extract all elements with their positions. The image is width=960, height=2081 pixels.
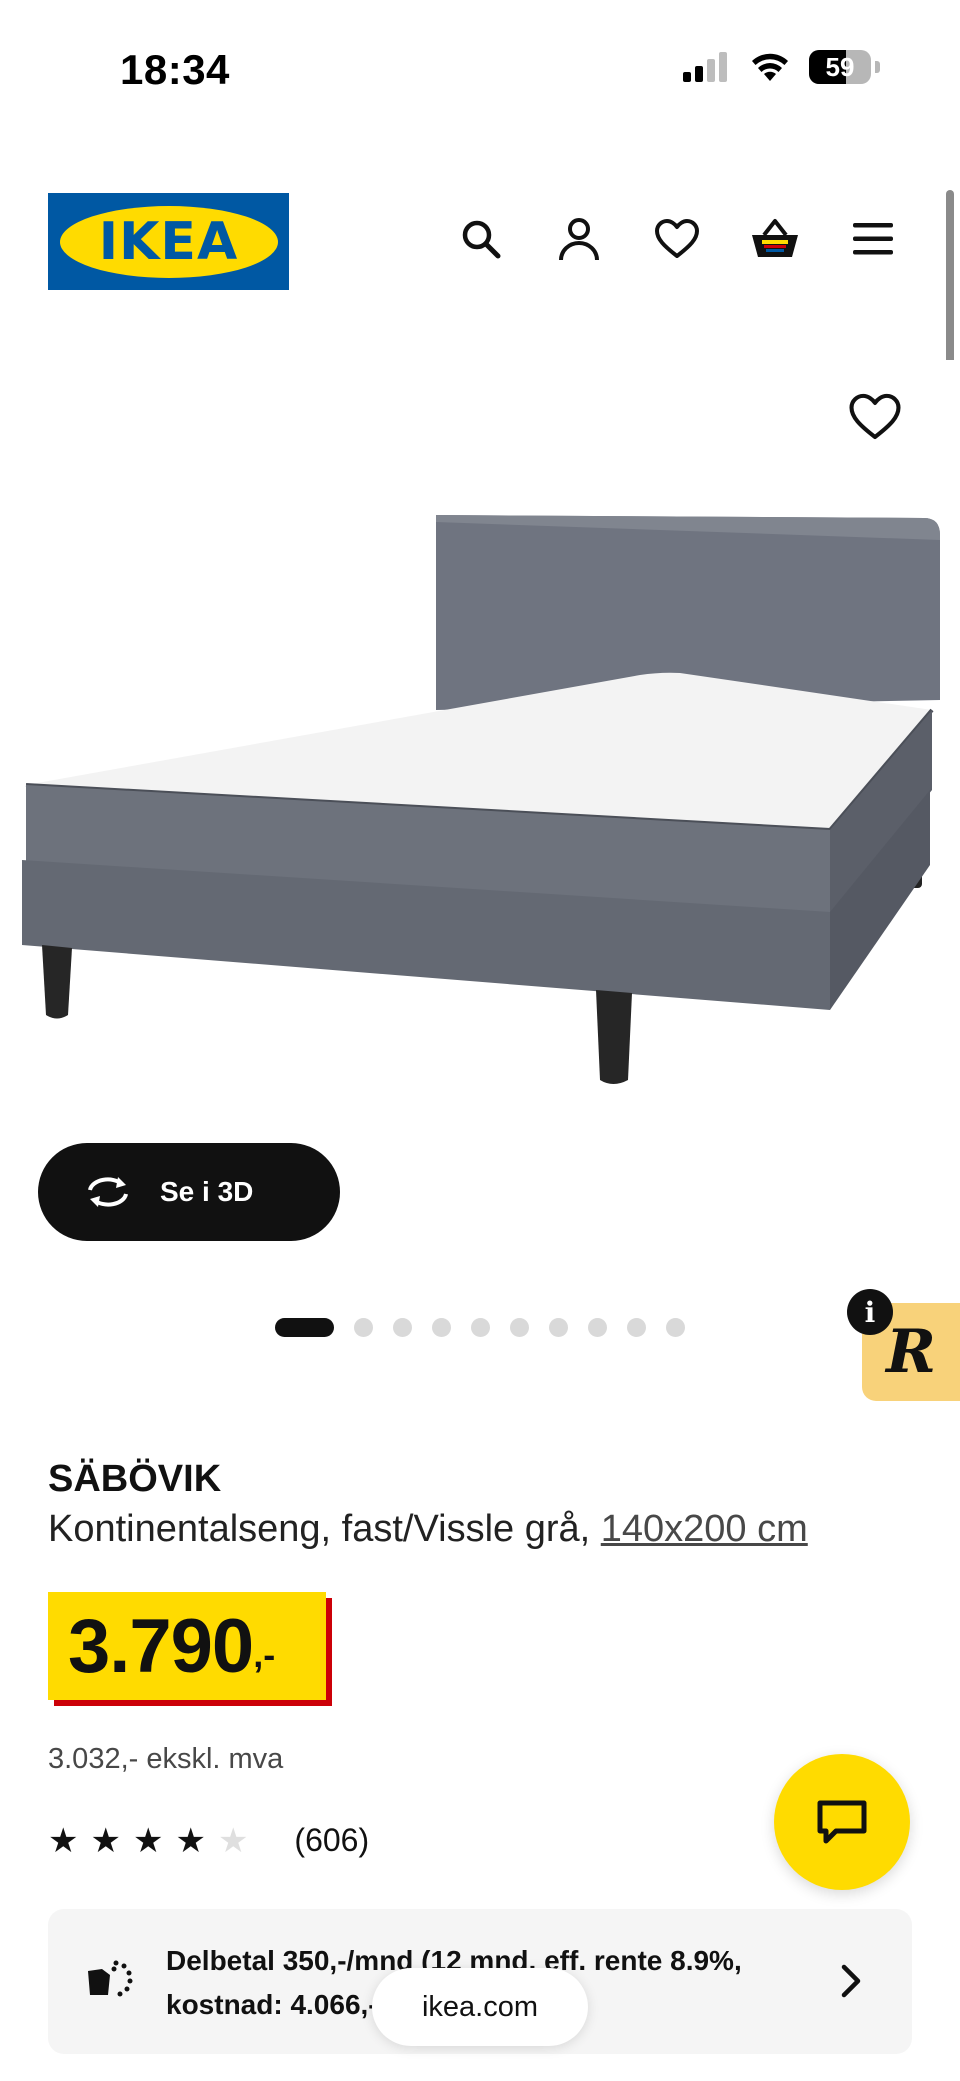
chevron-right-icon [841,1964,861,1998]
chat-button[interactable] [774,1754,910,1890]
carousel-dot[interactable] [627,1318,646,1337]
carousel-dot[interactable] [510,1318,529,1337]
save-to-favorites-heart-icon[interactable] [848,392,902,446]
status-icons: 59 [683,50,880,84]
header-nav [452,210,902,268]
star-empty-icon: ★ [217,1821,249,1860]
r-badge-letter: R [886,1317,936,1387]
price-amount: 3.790 [68,1603,254,1689]
battery-icon: 59 [809,50,871,84]
carousel-dot-active[interactable] [275,1318,334,1337]
product-rating[interactable]: ★ ★ ★ ★ ★ (606) [48,1822,369,1859]
price-excluding-vat: 3.032,- ekskl. mva [48,1743,284,1775]
carousel-dot[interactable] [588,1318,607,1337]
product-image[interactable] [0,360,960,1160]
bed-illustration [22,515,940,1084]
carousel-dot[interactable] [393,1318,412,1337]
search-icon[interactable] [452,210,510,268]
basket-icon[interactable] [746,210,804,268]
rotate-3d-icon [88,1177,128,1207]
browser-url-bar[interactable]: ikea.com [372,1968,588,2046]
logo-text: IKEA [98,211,239,272]
size-link[interactable]: 140x200 cm [601,1508,808,1550]
carousel-dot[interactable] [471,1318,490,1337]
status-bar: 18:34 59 [0,0,960,140]
star-full-icon: ★ [175,1821,206,1860]
info-icon[interactable]: i [847,1289,893,1335]
carousel-dot[interactable] [432,1318,451,1337]
cellular-signal-icon [683,52,727,82]
battery-level: 59 [825,51,855,82]
price-suffix: ,- [253,1634,276,1675]
view-3d-button[interactable]: Se i 3D [38,1143,340,1241]
wifi-icon [752,53,788,81]
carousel-dot[interactable] [354,1318,373,1337]
view-3d-label: Se i 3D [160,1176,254,1207]
carousel-dot[interactable] [666,1318,685,1337]
status-time: 18:34 [120,46,230,93]
star-full-icon: ★ [48,1821,79,1860]
star-full-icon: ★ [90,1821,121,1860]
chat-icon [817,1800,867,1844]
installment-payment-icon [88,1960,133,1997]
product-description: Kontinentalseng, fast/Vissle grå, 140x20… [48,1508,808,1551]
product-description-text: Kontinentalseng, fast/Vissle grå, [48,1508,601,1550]
image-carousel-dots [275,1318,685,1337]
product-name: SÄBÖVIK [48,1458,222,1500]
profile-icon[interactable] [550,210,608,268]
carousel-dot[interactable] [549,1318,568,1337]
ikea-logo[interactable]: IKEA [48,193,289,290]
star-full-icon: ★ [132,1821,164,1860]
rating-count: (606) [294,1822,370,1858]
site-header: IKEA [0,180,960,300]
menu-icon[interactable] [844,210,902,268]
price-tag: 3.790 ,- [48,1592,326,1700]
favorites-heart-icon[interactable] [648,210,706,268]
